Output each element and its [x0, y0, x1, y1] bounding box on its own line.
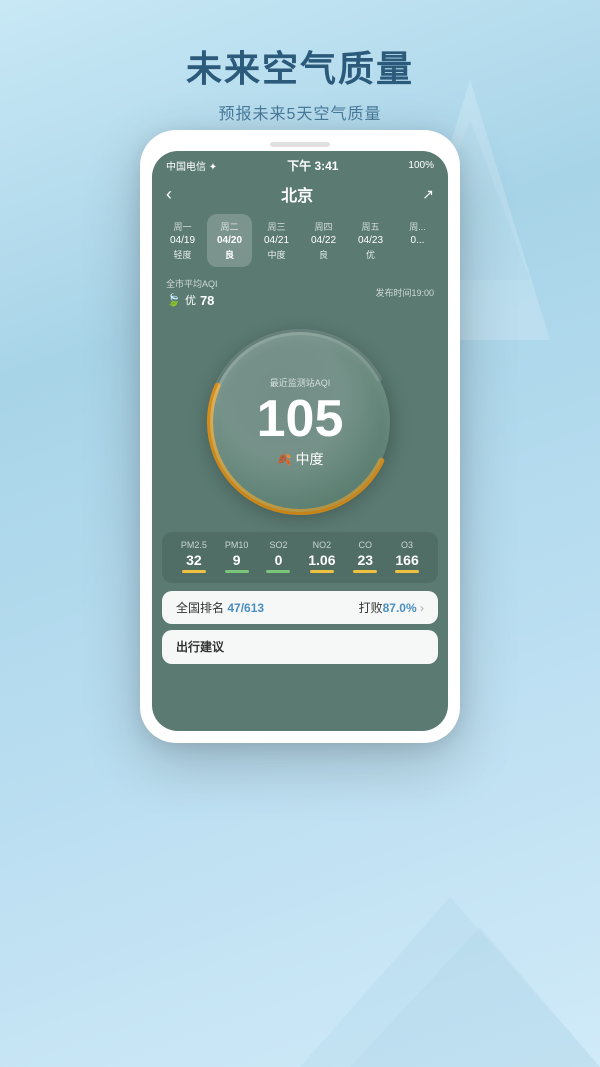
aqi-label: 全市平均AQI — [166, 277, 218, 290]
pollutant-bar — [310, 570, 334, 573]
pollutant-bar — [225, 570, 249, 573]
aqi-number: 78 — [200, 293, 214, 308]
pollutant-value: 166 — [395, 552, 418, 568]
aqi-quality: 优 — [185, 292, 196, 308]
phone-wrapper: 中国电信 ✦ 下午 3:41 100% ‹ 北京 ↗ 周一 04/19 轻度 周… — [140, 130, 460, 743]
quality-label: 良 — [303, 248, 344, 261]
pollutant-value: 32 — [186, 552, 202, 568]
day-tab-more[interactable]: 周... 0... — [395, 214, 440, 267]
gauge-number: 105 — [257, 393, 344, 445]
pollutant-pm25: PM2.5 32 — [181, 540, 207, 573]
weekday-label: 周三 — [256, 220, 297, 233]
back-button[interactable]: ‹ — [166, 184, 172, 205]
pollutant-name: PM10 — [225, 540, 249, 550]
aqi-value: 🍃 优 78 — [166, 292, 218, 308]
pollutant-value: 23 — [357, 552, 373, 568]
publish-time: 发布时间19:00 — [375, 286, 434, 299]
notch-bar — [270, 142, 330, 147]
pollutant-bar — [395, 570, 419, 573]
share-button[interactable]: ↗ — [422, 186, 434, 203]
day-tab-thu[interactable]: 周四 04/22 良 — [301, 214, 346, 267]
day-tab-wed[interactable]: 周三 04/21 中度 — [254, 214, 299, 267]
date-label: 04/22 — [303, 235, 344, 246]
page-title: 未来空气质量 — [0, 40, 600, 92]
phone-screen: 中国电信 ✦ 下午 3:41 100% ‹ 北京 ↗ 周一 04/19 轻度 周… — [152, 151, 448, 731]
aqi-info-row: 全市平均AQI 🍃 优 78 发布时间19:00 — [152, 273, 448, 312]
battery-text: 100% — [408, 160, 434, 171]
date-label: 04/19 — [162, 235, 203, 246]
phone-frame: 中国电信 ✦ 下午 3:41 100% ‹ 北京 ↗ 周一 04/19 轻度 周… — [140, 130, 460, 743]
gauge-container: 最近监测站AQI 105 🍂 中度 — [152, 312, 448, 532]
gauge-outer: 最近监测站AQI 105 🍂 中度 — [200, 322, 400, 522]
weekday-label: 周四 — [303, 220, 344, 233]
weekday-label: 周五 — [350, 220, 391, 233]
phone-notch — [152, 142, 448, 147]
gauge-quality-text: 中度 — [295, 449, 323, 469]
pollutant-name: CO — [359, 540, 373, 550]
day-tabs: 周一 04/19 轻度 周二 04/20 良 周三 04/21 中度 周四 04… — [152, 214, 448, 267]
pollutant-value: 0 — [275, 552, 283, 568]
defeat-percent: 87.0% — [383, 601, 417, 615]
date-label: 04/23 — [350, 235, 391, 246]
pollutant-bar — [353, 570, 377, 573]
gauge-ball: 最近监测站AQI 105 🍂 中度 — [210, 332, 390, 512]
ranking-row[interactable]: 全国排名 47/613 打败87.0% › — [162, 591, 438, 624]
defeat-text: 打败87.0% › — [359, 599, 424, 616]
date-label: 04/20 — [209, 235, 250, 246]
pollutant-name: PM2.5 — [181, 540, 207, 550]
pollutant-name: O3 — [401, 540, 413, 550]
quality-label: 优 — [350, 248, 391, 261]
arrow-icon: › — [420, 601, 424, 615]
ranking-text: 全国排名 47/613 — [176, 599, 264, 616]
day-tab-tue[interactable]: 周二 04/20 良 — [207, 214, 252, 267]
time-text: 下午 3:41 — [287, 157, 338, 174]
page-header: 未来空气质量 预报未来5天空气质量 — [0, 0, 600, 124]
suggest-title: 出行建议 — [176, 640, 224, 654]
pollutants-row: PM2.5 32 PM10 9 SO2 0 NO2 1.06 — [162, 532, 438, 583]
weekday-label: 周... — [397, 220, 438, 233]
pollutant-co: CO 23 — [353, 540, 377, 573]
suggest-row: 出行建议 — [162, 630, 438, 664]
leaf-icon: 🍃 — [166, 293, 181, 307]
gauge-quality: 🍂 中度 — [277, 449, 324, 469]
nav-bar: ‹ 北京 ↗ — [152, 178, 448, 214]
carrier-text: 中国电信 ✦ — [166, 158, 217, 173]
station-label: 最近监测站AQI — [270, 376, 331, 389]
date-label: 0... — [397, 235, 438, 246]
pollutant-pm10: PM10 9 — [225, 540, 249, 573]
date-label: 04/21 — [256, 235, 297, 246]
day-tab-fri[interactable]: 周五 04/23 优 — [348, 214, 393, 267]
aqi-left: 全市平均AQI 🍃 优 78 — [166, 277, 218, 308]
quality-label: 轻度 — [162, 248, 203, 261]
pollutant-no2: NO2 1.06 — [308, 540, 335, 573]
quality-leaf-icon: 🍂 — [277, 452, 292, 466]
quality-label: 中度 — [256, 248, 297, 261]
nav-title: 北京 — [281, 182, 313, 206]
page-subtitle: 预报未来5天空气质量 — [0, 100, 600, 124]
weekday-label: 周一 — [162, 220, 203, 233]
pollutant-name: SO2 — [269, 540, 287, 550]
pollutant-so2: SO2 0 — [266, 540, 290, 573]
status-bar: 中国电信 ✦ 下午 3:41 100% — [152, 151, 448, 178]
weekday-label: 周二 — [209, 220, 250, 233]
pollutant-o3: O3 166 — [395, 540, 419, 573]
day-tab-mon[interactable]: 周一 04/19 轻度 — [160, 214, 205, 267]
quality-label: 良 — [209, 248, 250, 261]
pollutant-name: NO2 — [313, 540, 332, 550]
pollutant-value: 1.06 — [308, 552, 335, 568]
pollutant-value: 9 — [233, 552, 241, 568]
pollutant-bar — [182, 570, 206, 573]
pollutant-bar — [266, 570, 290, 573]
rank-number: 47/613 — [227, 601, 264, 615]
